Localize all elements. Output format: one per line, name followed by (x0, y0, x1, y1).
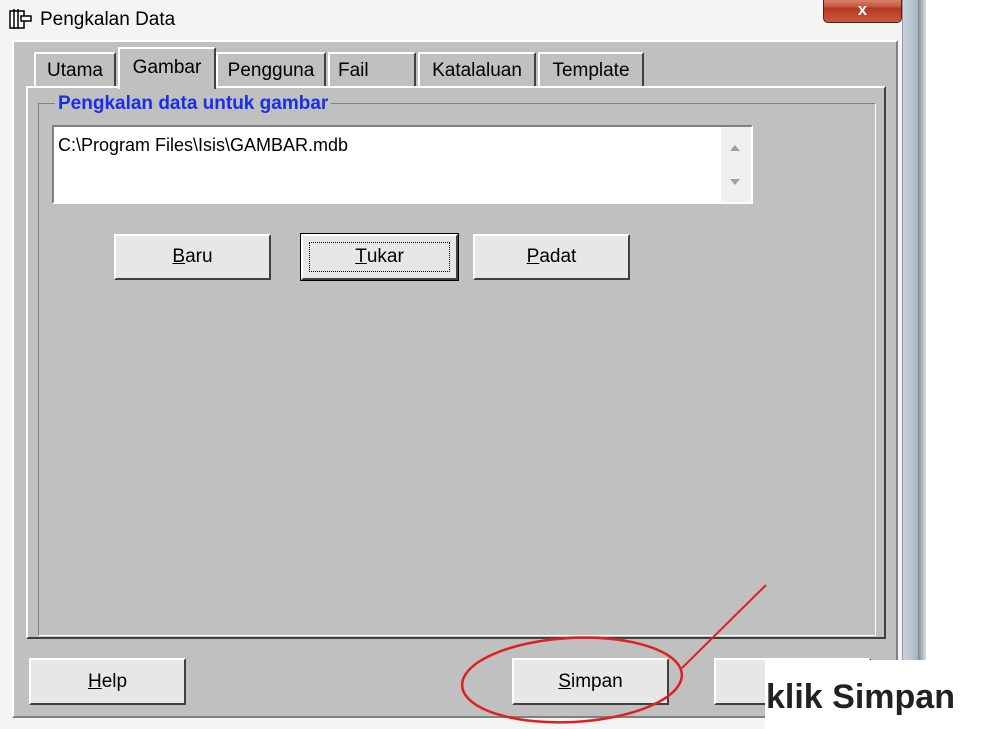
tab-gambar[interactable]: Gambar (118, 47, 216, 89)
annotation-pointer-line (681, 584, 767, 669)
tab-label: Gambar (132, 57, 202, 78)
annotation-circle (460, 636, 684, 724)
annotation-overlay (460, 584, 767, 724)
